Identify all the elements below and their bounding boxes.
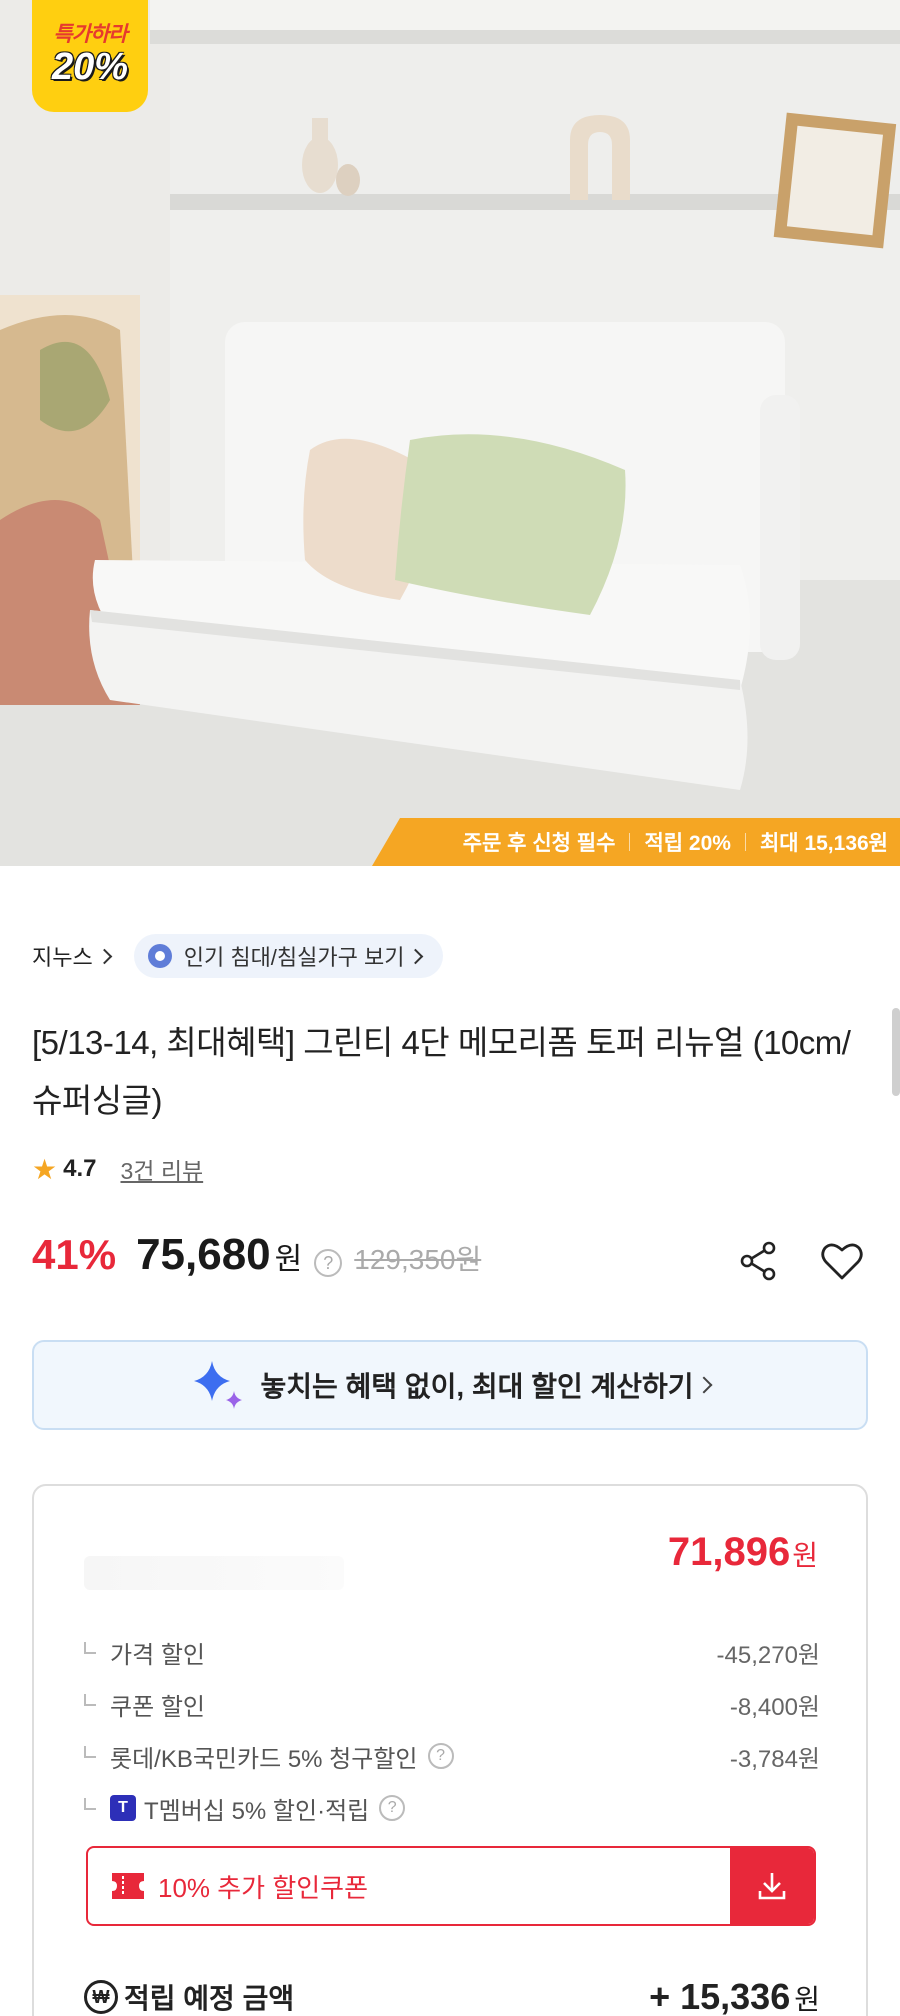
special-sale-badge: 특가하라 20% bbox=[32, 0, 148, 112]
heart-icon bbox=[821, 1243, 863, 1280]
breadcrumb: 지누스 인기 침대/침실가구 보기 bbox=[32, 934, 444, 978]
breakdown-amount: -3,784원 bbox=[729, 1745, 820, 1773]
chevron-right-icon bbox=[96, 948, 113, 964]
promo-divider bbox=[744, 833, 746, 851]
final-price-label-placeholder bbox=[84, 1556, 344, 1590]
badge-percent: 20% bbox=[51, 46, 129, 88]
download-icon bbox=[758, 1873, 786, 1900]
original-price: 129,350원 bbox=[354, 1244, 482, 1275]
discount-rate: 41% bbox=[32, 1231, 117, 1278]
scrollbar-thumb[interactable] bbox=[892, 1008, 900, 1096]
promo-max-amount: 최대 15,136원 bbox=[759, 832, 888, 855]
currency-unit: 원 bbox=[274, 1243, 303, 1276]
currency-unit: 원 bbox=[792, 1540, 818, 1571]
product-photo bbox=[0, 0, 900, 866]
benefit-label: 놓치는 혜택 없이, 최대 할인 계산하기 bbox=[260, 1371, 694, 1402]
breakdown-label: 가격 할인 bbox=[110, 1641, 205, 1669]
promo-apply-required: 주문 후 신청 필수 bbox=[462, 832, 616, 855]
help-icon[interactable]: ? bbox=[379, 1795, 406, 1821]
tree-branch-icon bbox=[84, 1746, 96, 1758]
chevron-right-icon bbox=[695, 1376, 713, 1394]
breakdown-label: 롯데/KB국민카드 5% 청구할인 bbox=[110, 1745, 418, 1773]
coupon-label: 10% 추가 할인쿠폰 bbox=[158, 1872, 369, 1903]
extra-coupon-download-button[interactable]: 10% 추가 할인쿠폰 bbox=[86, 1846, 816, 1926]
product-title: [5/13-14, 최대혜택] 그린티 4단 메모리폼 토퍼 리뉴얼 (10cm… bbox=[32, 1024, 851, 1119]
share-button[interactable] bbox=[738, 1240, 780, 1282]
product-hero-image[interactable]: 특가하라 20% 주문 후 신청 필수 적립 20% 최대 15,136원 bbox=[0, 0, 900, 866]
points-amount: + 15,336 원 bbox=[649, 1976, 820, 2016]
badge-label: 특가하라 bbox=[53, 23, 127, 46]
tmembership-icon: T bbox=[110, 1795, 136, 1821]
star-icon: ★ bbox=[32, 1153, 58, 1185]
points-label: 적립 예정 금액 bbox=[124, 1983, 295, 2014]
tree-branch-icon bbox=[84, 1694, 96, 1706]
price-row: 41% 75,680 원 ? 129,350원 bbox=[32, 1230, 481, 1280]
help-icon[interactable]: ? bbox=[427, 1743, 454, 1769]
ticket-icon bbox=[112, 1873, 144, 1899]
reviews-link[interactable]: 3건 리뷰 bbox=[120, 1152, 203, 1186]
breakdown-card-discount: 롯데/KB국민카드 5% 청구할인 ? -3,784원 bbox=[84, 1736, 820, 1776]
sale-price: 75,680 bbox=[136, 1230, 271, 1279]
category-label: 인기 침대/침실가구 보기 bbox=[183, 945, 405, 970]
promo-strip: 주문 후 신청 필수 적립 20% 최대 15,136원 bbox=[372, 818, 900, 866]
breakdown-coupon-discount: 쿠폰 할인 -8,400원 bbox=[84, 1684, 820, 1724]
price-help-icon[interactable]: ? bbox=[314, 1249, 343, 1277]
store-name: 지누스 bbox=[32, 945, 93, 970]
promo-points-rate: 적립 20% bbox=[644, 832, 731, 855]
promo-divider bbox=[629, 833, 631, 851]
store-link[interactable]: 지누스 bbox=[32, 940, 113, 972]
price-breakdown-card: 71,896원 가격 할인 -45,270원 쿠폰 할인 -8,400원 롯데/… bbox=[32, 1484, 868, 2016]
final-price-value: 71,896 bbox=[667, 1530, 791, 1574]
wishlist-button[interactable] bbox=[818, 1238, 866, 1284]
points-value: + 15,336 bbox=[649, 1976, 791, 2016]
breakdown-price-discount: 가격 할인 -45,270원 bbox=[84, 1632, 820, 1672]
breakdown-label: T멤버십 5% 할인·적립 bbox=[144, 1797, 370, 1825]
chevron-right-icon bbox=[408, 948, 424, 964]
tree-branch-icon bbox=[84, 1798, 96, 1810]
max-discount-calculator-button[interactable]: 놓치는 혜택 없이, 최대 할인 계산하기 bbox=[32, 1340, 868, 1430]
tree-branch-icon bbox=[84, 1642, 96, 1654]
final-price: 71,896원 bbox=[668, 1530, 818, 1575]
share-icon bbox=[740, 1241, 776, 1281]
medal-icon bbox=[147, 944, 172, 968]
rating-row: ★ 4.7 3건 리뷰 bbox=[32, 1152, 203, 1186]
won-coin-icon: ₩ bbox=[84, 1980, 118, 2014]
download-button[interactable] bbox=[730, 1848, 814, 1924]
sparkle-icon bbox=[194, 1361, 243, 1409]
breakdown-amount: -45,270원 bbox=[716, 1641, 820, 1669]
expected-points-row: ₩ 적립 예정 금액 + 15,336 원 bbox=[84, 1976, 820, 2016]
category-link[interactable]: 인기 침대/침실가구 보기 bbox=[133, 934, 444, 978]
breakdown-amount: -8,400원 bbox=[729, 1693, 820, 1721]
currency-unit: 원 bbox=[794, 1984, 820, 2015]
breakdown-tmembership: T T멤버십 5% 할인·적립 ? bbox=[84, 1788, 820, 1828]
rating-score: 4.7 bbox=[63, 1155, 97, 1182]
breakdown-label: 쿠폰 할인 bbox=[110, 1693, 205, 1721]
